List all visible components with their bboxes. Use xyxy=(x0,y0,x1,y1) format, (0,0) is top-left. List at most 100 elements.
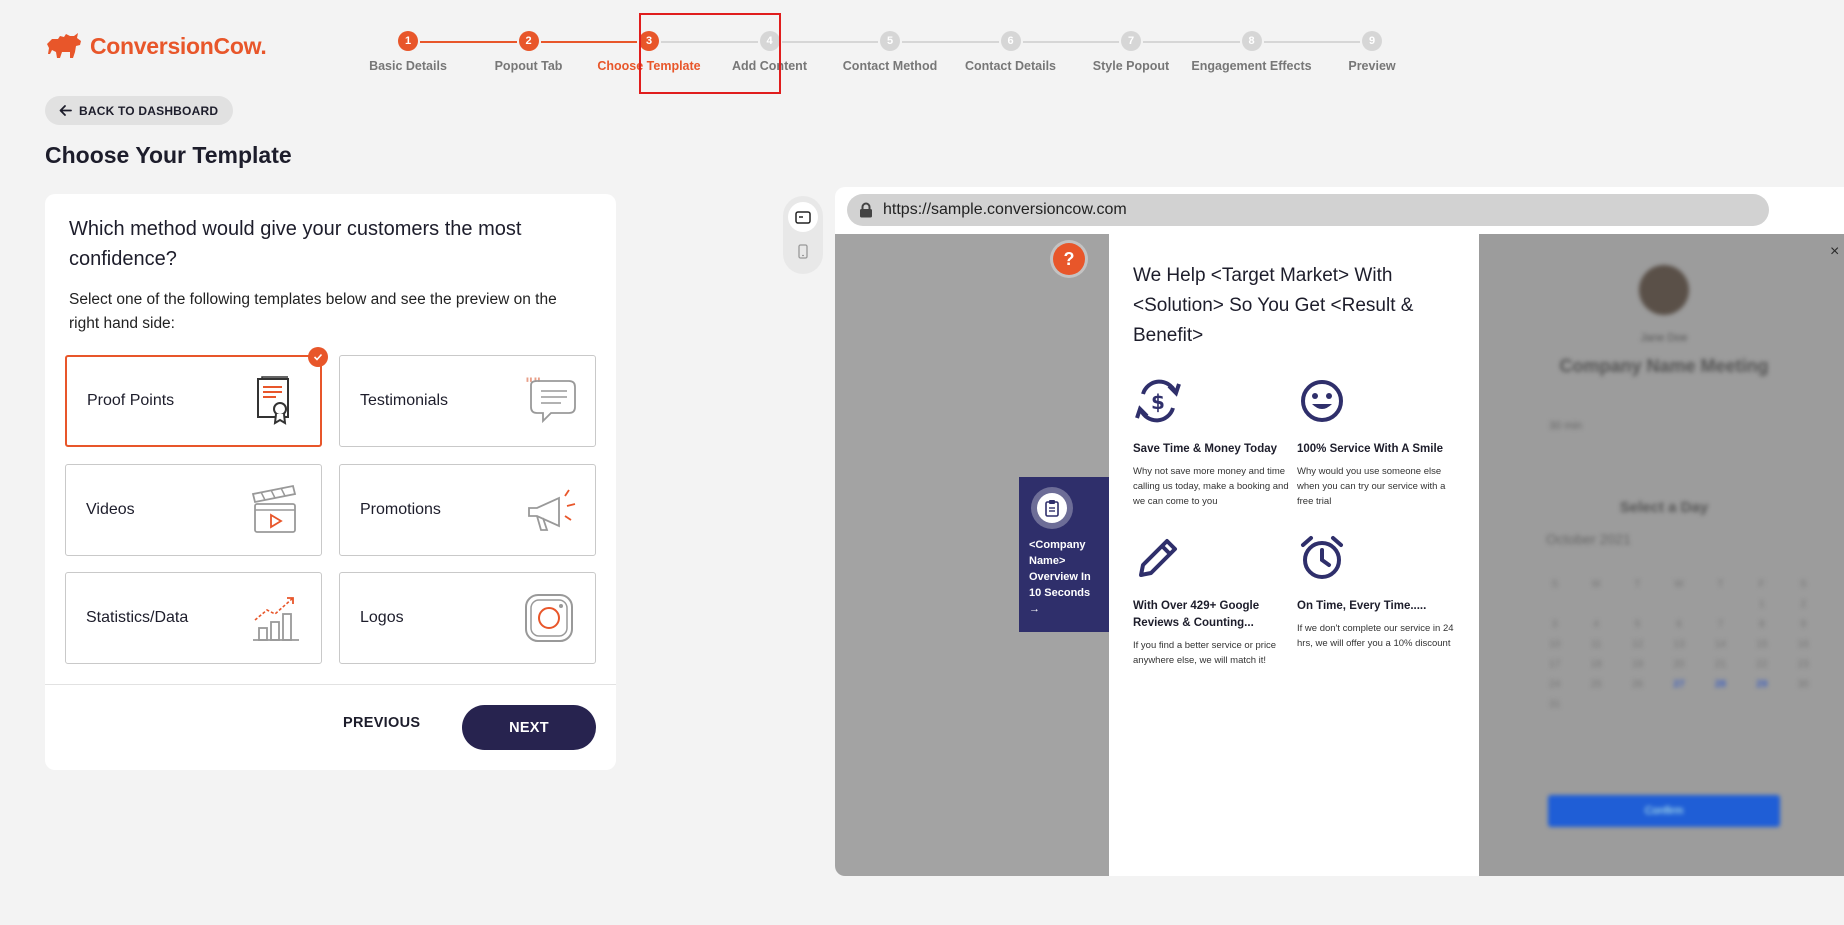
calendar-day[interactable]: 8 xyxy=(1741,619,1782,630)
calendar-day[interactable]: 16 xyxy=(1783,639,1824,650)
calendar-day[interactable]: 4 xyxy=(1575,619,1616,630)
calendar-day[interactable]: 1 xyxy=(1741,599,1782,610)
calendar-blurred-content: Jane Doe Company Name Meeting 30 min Sel… xyxy=(1479,234,1844,876)
previous-button[interactable]: PREVIOUS xyxy=(343,715,420,731)
benefit-title: On Time, Every Time..... xyxy=(1297,600,1427,612)
step-item[interactable]: 1 Basic Details xyxy=(338,31,478,73)
calendar-day[interactable]: 17 xyxy=(1534,659,1575,670)
calendar-day[interactable]: 21 xyxy=(1700,659,1741,670)
step-item[interactable]: 7 Style Popout xyxy=(1061,31,1201,73)
template-option-logos[interactable]: Logos xyxy=(339,572,596,664)
step-number: 8 xyxy=(1241,31,1262,51)
calendar-day[interactable]: 22 xyxy=(1741,659,1782,670)
confirm-button[interactable]: Confirm xyxy=(1548,795,1780,827)
step-number: 2 xyxy=(518,31,539,51)
back-to-dashboard-button[interactable]: BACK TO DASHBOARD xyxy=(45,96,234,125)
next-button[interactable]: NEXT xyxy=(462,705,596,750)
mobile-icon xyxy=(798,243,808,259)
calendar-person: Jane Doe xyxy=(1640,332,1688,344)
preview-site: ? <Company Name> Overview In 10 Seconds … xyxy=(835,234,1844,876)
template-label: Promotions xyxy=(360,501,441,518)
popout-side-tab[interactable]: <Company Name> Overview In 10 Seconds → xyxy=(1019,477,1109,632)
certificate-icon xyxy=(257,376,289,425)
svg-text:": " xyxy=(533,374,541,393)
weekday-label: F xyxy=(1758,579,1765,590)
calendar-day[interactable]: 10 xyxy=(1534,639,1575,650)
weekday-label: M xyxy=(1591,579,1601,590)
desktop-view-button[interactable] xyxy=(788,202,818,232)
pencil-icon xyxy=(1139,539,1177,577)
template-option-statistics[interactable]: Statistics/Data xyxy=(65,572,322,664)
calendar-day[interactable]: 25 xyxy=(1575,679,1616,690)
calendar-day[interactable]: 23 xyxy=(1783,659,1824,670)
template-label: Videos xyxy=(86,501,135,518)
calendar-day[interactable]: 28 xyxy=(1700,679,1741,690)
calendar-day[interactable]: 14 xyxy=(1700,639,1741,650)
device-toggle xyxy=(783,196,823,274)
benefit-text: Why not save more money and time calling… xyxy=(1133,466,1289,507)
step-item[interactable]: 5 Contact Method xyxy=(820,31,960,73)
brand-logo[interactable]: ConversionCow. xyxy=(44,30,267,62)
megaphone-icon xyxy=(528,489,576,531)
step-item[interactable]: 6 Contact Details xyxy=(941,31,1081,73)
card-divider xyxy=(45,684,616,685)
step-label: Preview xyxy=(1348,59,1396,73)
step-number: 9 xyxy=(1362,31,1382,51)
calendar-day[interactable]: 3 xyxy=(1534,619,1575,630)
url-bar: https://sample.conversioncow.com xyxy=(847,194,1769,226)
template-option-testimonials[interactable]: Testimonials " " xyxy=(339,355,596,447)
calendar-day[interactable]: 26 xyxy=(1617,679,1658,690)
help-button[interactable]: ? xyxy=(1053,243,1085,275)
progress-stepper: 1 Basic Details 2 Popout Tab 3 Choose Templat… xyxy=(369,31,1458,81)
template-option-promotions[interactable]: Promotions xyxy=(339,464,596,556)
calendar-day[interactable]: 2 xyxy=(1783,599,1824,610)
calendar-day[interactable]: 30 xyxy=(1783,679,1824,690)
active-step-highlight xyxy=(639,13,781,94)
selected-check-icon xyxy=(308,347,328,367)
calendar-day[interactable]: 24 xyxy=(1534,679,1575,690)
step-item[interactable]: 9 Preview xyxy=(1302,31,1442,73)
calendar-day[interactable]: 11 xyxy=(1575,639,1616,650)
bar-chart-icon xyxy=(253,597,299,641)
calendar-day[interactable]: 18 xyxy=(1575,659,1616,670)
close-icon[interactable]: × xyxy=(1830,243,1844,261)
benefit-title: With Over 429+ Google Reviews & Counting… xyxy=(1133,600,1260,629)
dollar-cycle-icon: $ xyxy=(1135,379,1181,423)
template-label: Testimonials xyxy=(360,392,449,409)
url-text: https://sample.conversioncow.com xyxy=(883,201,1127,218)
side-tab-icon-ring xyxy=(1031,487,1073,529)
calendar-day[interactable]: 20 xyxy=(1658,659,1699,670)
step-item[interactable]: 2 Popout Tab xyxy=(459,31,599,73)
benefit-item: 100% Service With A Smile Why would you … xyxy=(1297,376,1457,509)
browser-preview: https://sample.conversioncow.com ? <Comp… xyxy=(835,187,1844,876)
benefit-text: If we don't complete our service in 24 h… xyxy=(1297,623,1454,649)
calendar-day[interactable]: 29 xyxy=(1741,679,1782,690)
weekday-label: T xyxy=(1634,579,1641,590)
calendar-day xyxy=(1617,599,1658,610)
cow-logo-icon xyxy=(47,33,81,58)
calendar-day[interactable]: 9 xyxy=(1783,619,1824,630)
popout-panel: We Help <Target Market> With <Solution> … xyxy=(1109,234,1479,876)
calendar-day[interactable]: 12 xyxy=(1617,639,1658,650)
mobile-view-button[interactable] xyxy=(788,236,818,266)
quote-bubble-icon: " " xyxy=(525,374,576,424)
calendar-day[interactable]: 31 xyxy=(1534,699,1575,710)
calendar-day[interactable]: 27 xyxy=(1658,679,1699,690)
step-number: 1 xyxy=(398,31,418,51)
weekday-label: T xyxy=(1717,579,1724,590)
calendar-day[interactable]: 19 xyxy=(1617,659,1658,670)
template-option-proof-points[interactable]: Proof Points xyxy=(65,347,328,447)
calendar-day[interactable]: 6 xyxy=(1658,619,1699,630)
calendar-day[interactable]: 7 xyxy=(1700,619,1741,630)
question-title: Which method would give your customers t… xyxy=(69,218,522,270)
step-number: 5 xyxy=(880,31,900,51)
template-option-videos[interactable]: Videos xyxy=(65,464,322,556)
step-label: Style Popout xyxy=(1092,59,1170,73)
step-item[interactable]: 8 Engagement Effects xyxy=(1182,31,1322,73)
calendar-day xyxy=(1700,599,1741,610)
question-subtitle: Select one of the following templates be… xyxy=(69,291,557,332)
calendar-day[interactable]: 5 xyxy=(1617,619,1658,630)
calendar-day[interactable]: 15 xyxy=(1741,639,1782,650)
calendar-day[interactable]: 13 xyxy=(1658,639,1699,650)
step-label: Engagement Effects xyxy=(1191,59,1312,73)
